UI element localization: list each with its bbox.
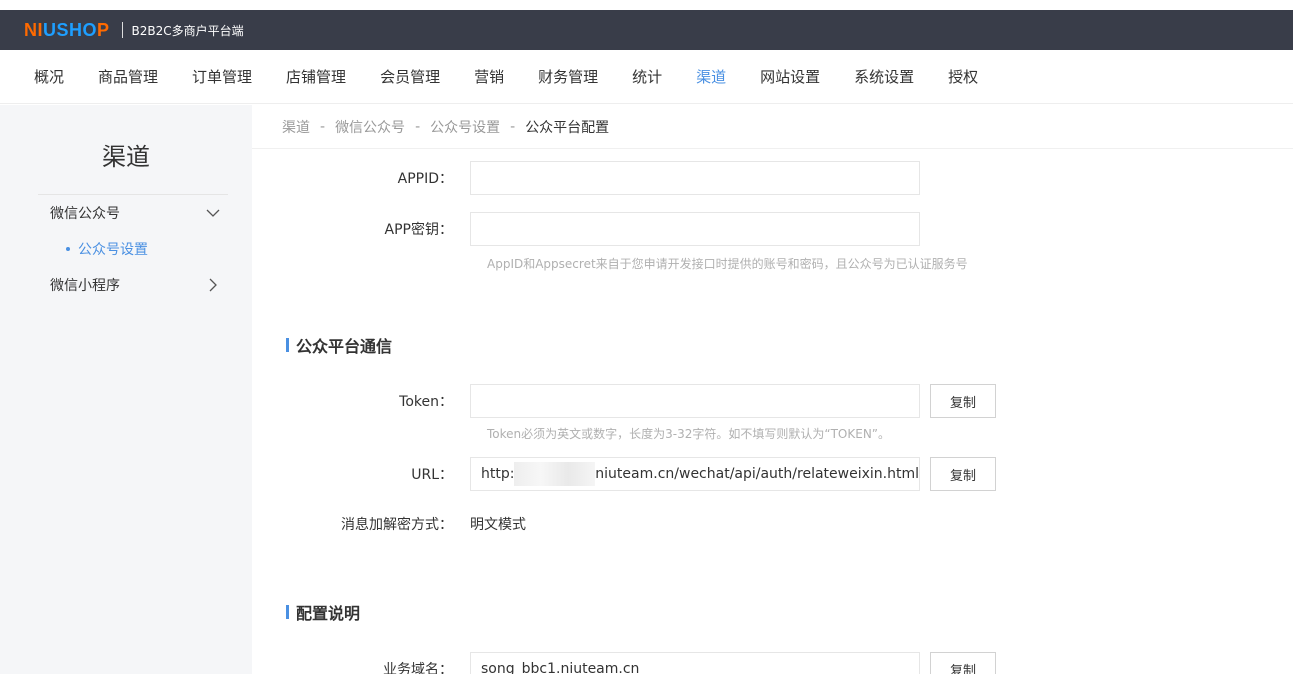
breadcrumb-separator: -	[320, 118, 326, 135]
nav-item[interactable]: 网站设置	[760, 66, 820, 87]
url-label: URL：	[411, 467, 453, 483]
section-title-text: 公众平台通信	[296, 337, 393, 356]
nav-item[interactable]: 商品管理	[98, 66, 158, 87]
section-title-communication: 公众平台通信	[286, 333, 392, 357]
sidebar-item-wechat-miniprogram[interactable]: 微信小程序	[0, 267, 252, 303]
breadcrumb-link[interactable]: 公众号设置	[430, 117, 500, 137]
token-row: Token： 复制	[252, 384, 996, 418]
nav-item[interactable]: 财务管理	[538, 66, 598, 87]
chevron-right-icon	[209, 278, 217, 292]
sidebar-title: 渠道	[102, 143, 150, 171]
app-secret-input[interactable]	[470, 212, 920, 246]
logo-part: USHO	[43, 19, 98, 40]
nav-item[interactable]: 概况	[34, 66, 64, 87]
breadcrumb-separator: -	[510, 118, 516, 135]
nav-item[interactable]: 系统设置	[854, 66, 914, 87]
copy-url-button[interactable]: 复制	[930, 457, 996, 491]
encrypt-label: 消息加解密方式：	[341, 517, 453, 533]
encrypt-value: 明文模式	[470, 517, 526, 533]
logo-part: P	[97, 19, 110, 40]
domain-row: 业务域名： song_bbc1.niuteam.cn 复制	[252, 652, 996, 674]
token-hint: Token必须为英文或数字，长度为3-32字符。如不填写则默认为“TOKEN”。	[487, 427, 891, 441]
logo-part: NI	[24, 19, 43, 40]
app-secret-hint: AppID和Appsecret来自于您申请开发接口时提供的账号和密码，且公众号为…	[487, 257, 968, 271]
copy-token-button[interactable]: 复制	[930, 384, 996, 418]
url-suffix: niuteam.cn/wechat/api/auth/relateweixin.…	[595, 466, 919, 482]
platform-subtitle: B2B2C多商户平台端	[131, 23, 244, 38]
main-nav: 概况 商品管理 订单管理 店铺管理 会员管理 营销 财务管理 统计 渠道 网站设置 系统设置 授权	[0, 50, 1293, 104]
section-marker	[286, 605, 289, 619]
logo-divider	[121, 22, 123, 38]
url-input[interactable]: http: niuteam.cn/wechat/api/auth/relatewe…	[470, 457, 920, 491]
encrypt-row: 消息加解密方式： 明文模式	[252, 514, 526, 534]
bullet-dot-icon	[66, 247, 70, 251]
top-bar: NI USHO P B2B2C多商户平台端	[0, 10, 1293, 50]
nav-item[interactable]: 订单管理	[192, 66, 252, 87]
token-label: Token：	[399, 394, 453, 410]
section-title-text: 配置说明	[296, 604, 361, 623]
domain-label: 业务域名：	[383, 662, 453, 674]
chevron-down-icon	[206, 209, 220, 217]
section-title-config: 配置说明	[286, 600, 360, 624]
breadcrumb: 渠道 - 微信公众号 - 公众号设置 - 公众平台配置	[252, 105, 1293, 149]
breadcrumb-current: 公众平台配置	[525, 119, 610, 136]
sidebar-item-label: 微信小程序	[50, 278, 120, 294]
copy-domain-button[interactable]: 复制	[930, 652, 996, 674]
appid-row: APPID：	[252, 161, 920, 195]
appid-label: APPID：	[397, 171, 453, 187]
main-content: APPID： APP密钥： AppID和Appsecret来自于您申请开发接口时…	[252, 150, 1293, 674]
breadcrumb-link[interactable]: 微信公众号	[335, 117, 405, 137]
section-marker	[286, 338, 289, 352]
breadcrumb-separator: -	[415, 118, 421, 135]
token-input[interactable]	[470, 384, 920, 418]
nav-item[interactable]: 营销	[474, 66, 504, 87]
breadcrumb-link[interactable]: 渠道	[282, 117, 310, 137]
app-secret-row: APP密钥：	[252, 212, 920, 246]
url-row: URL： http: niuteam.cn/wechat/api/auth/rel…	[252, 457, 996, 491]
nav-item[interactable]: 渠道	[696, 66, 726, 87]
sidebar-item-label: 微信公众号	[50, 206, 120, 222]
nav-item[interactable]: 统计	[632, 66, 662, 87]
nav-item[interactable]: 授权	[948, 66, 978, 87]
url-prefix: http:	[481, 466, 515, 482]
nav-item[interactable]: 店铺管理	[286, 66, 346, 87]
appid-input[interactable]	[470, 161, 920, 195]
nav-item[interactable]: 会员管理	[380, 66, 440, 87]
redacted-blur	[514, 462, 596, 486]
sidebar-subitem-account-settings[interactable]: 公众号设置	[0, 231, 252, 267]
sidebar-item-wechat-official[interactable]: 微信公众号	[0, 195, 252, 231]
sidebar-subitem-label: 公众号设置	[78, 242, 148, 258]
sidebar: 渠道 微信公众号 公众号设置 微信小程序	[0, 105, 252, 674]
domain-input[interactable]: song_bbc1.niuteam.cn	[470, 652, 920, 674]
niushop-logo[interactable]: NI USHO P	[24, 20, 110, 41]
app-secret-label: APP密钥：	[384, 222, 453, 238]
